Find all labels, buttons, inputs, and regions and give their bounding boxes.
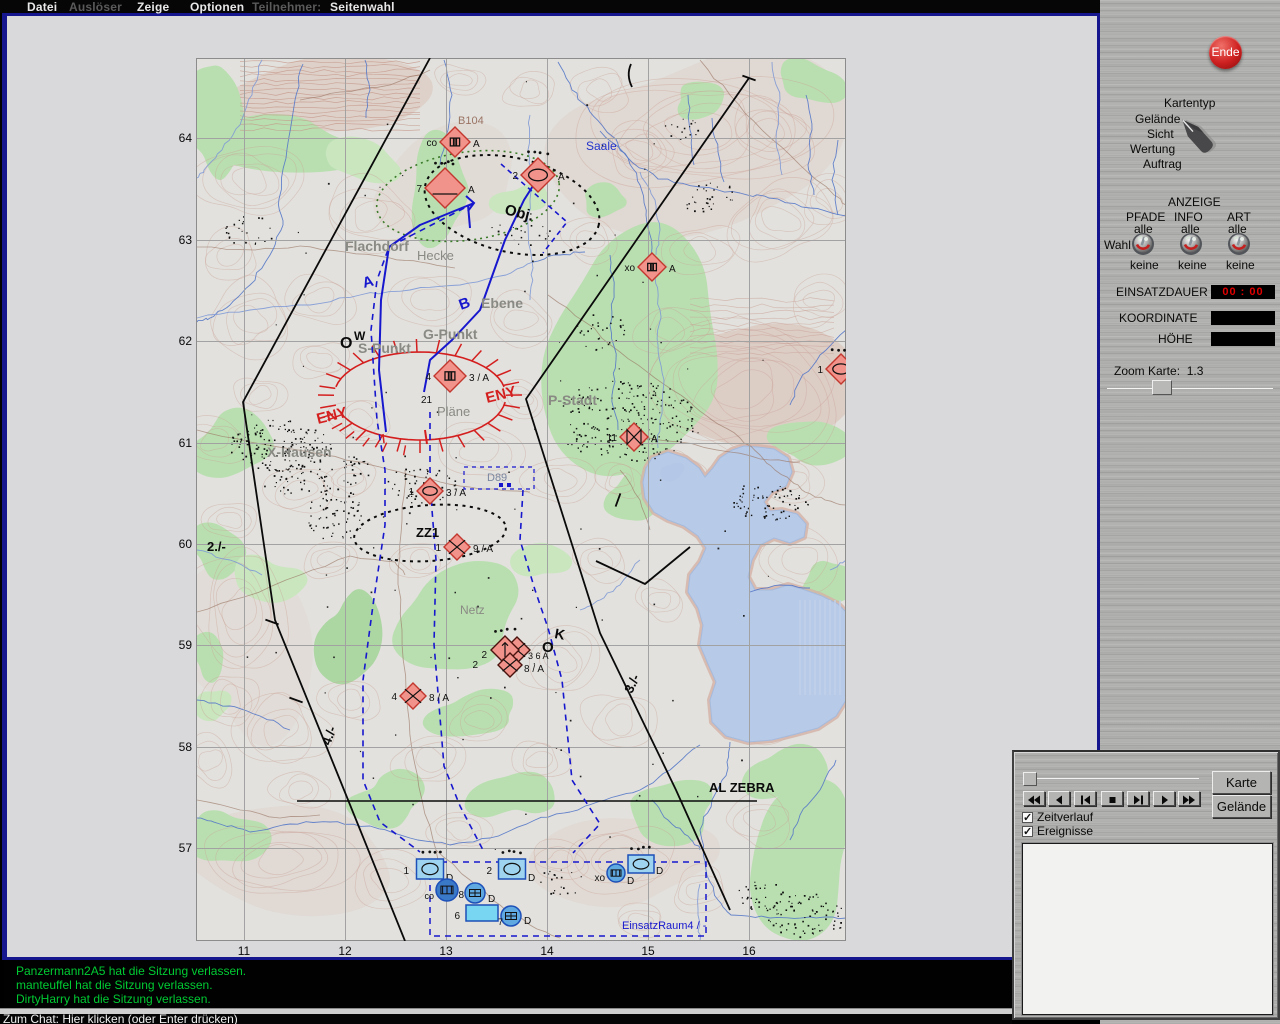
svg-text:3 / A: 3 / A	[446, 488, 466, 499]
svg-text:Ebene: Ebene	[481, 295, 523, 311]
svg-text:2: 2	[486, 866, 492, 877]
svg-text:A: A	[669, 264, 676, 275]
svg-text:8: 8	[458, 890, 464, 901]
svg-text:A: A	[651, 434, 658, 445]
svg-text:D: D	[528, 873, 535, 884]
svg-text:2: 2	[472, 660, 478, 671]
svg-text:B104: B104	[458, 115, 484, 127]
svg-text:2: 2	[512, 171, 518, 182]
svg-text:Netz: Netz	[460, 603, 485, 617]
svg-text:S-Punkt: S-Punkt	[358, 340, 411, 356]
svg-text:A: A	[473, 139, 480, 150]
svg-text:AL ZEBRA: AL ZEBRA	[709, 780, 775, 795]
svg-text:co: co	[424, 891, 434, 901]
svg-text:7: 7	[498, 917, 503, 927]
svg-text:1: 1	[435, 543, 441, 554]
svg-text:co: co	[426, 138, 437, 149]
svg-text:Flachdorf: Flachdorf	[345, 238, 409, 254]
svg-text:11: 11	[607, 433, 618, 444]
svg-text:W: W	[354, 329, 366, 343]
svg-text:Hecke: Hecke	[417, 248, 454, 263]
svg-text:O: O	[340, 335, 352, 352]
svg-text:G-Punkt: G-Punkt	[423, 326, 478, 342]
svg-text:1: 1	[817, 365, 823, 376]
svg-text:ZZ1: ZZ1	[416, 525, 439, 540]
svg-text:A: A	[468, 185, 475, 196]
svg-text:A: A	[558, 172, 565, 183]
svg-text:6: 6	[454, 911, 460, 922]
svg-text:21: 21	[421, 395, 433, 406]
svg-text:D: D	[488, 894, 495, 905]
svg-text:D: D	[524, 916, 531, 927]
svg-text:7: 7	[416, 184, 422, 195]
svg-text:O: O	[542, 639, 554, 656]
svg-text:8 / A: 8 / A	[524, 664, 544, 675]
svg-text:Pläne: Pläne	[437, 404, 470, 419]
svg-text:9 / A: 9 / A	[473, 544, 493, 555]
svg-text:X-Hausen: X-Hausen	[267, 444, 332, 460]
svg-text:2: 2	[481, 650, 487, 661]
svg-text:3 / A: 3 / A	[469, 373, 489, 384]
svg-text:P-Stadt: P-Stadt	[548, 392, 597, 408]
svg-text:D: D	[627, 876, 634, 887]
svg-text:xo: xo	[594, 873, 605, 884]
svg-text:1: 1	[408, 487, 414, 498]
svg-text:xo: xo	[624, 263, 635, 274]
svg-text:2./-: 2./-	[207, 539, 226, 554]
svg-text:Saale: Saale	[586, 139, 617, 153]
svg-text:EinsatzRaum4 / -: EinsatzRaum4 / -	[622, 920, 707, 932]
svg-text:4: 4	[425, 372, 431, 383]
svg-text:D: D	[656, 866, 663, 877]
svg-text:4: 4	[391, 692, 397, 703]
svg-text:D89: D89	[487, 472, 507, 484]
svg-text:1: 1	[403, 866, 409, 877]
svg-text:8 / A: 8 / A	[429, 693, 449, 704]
